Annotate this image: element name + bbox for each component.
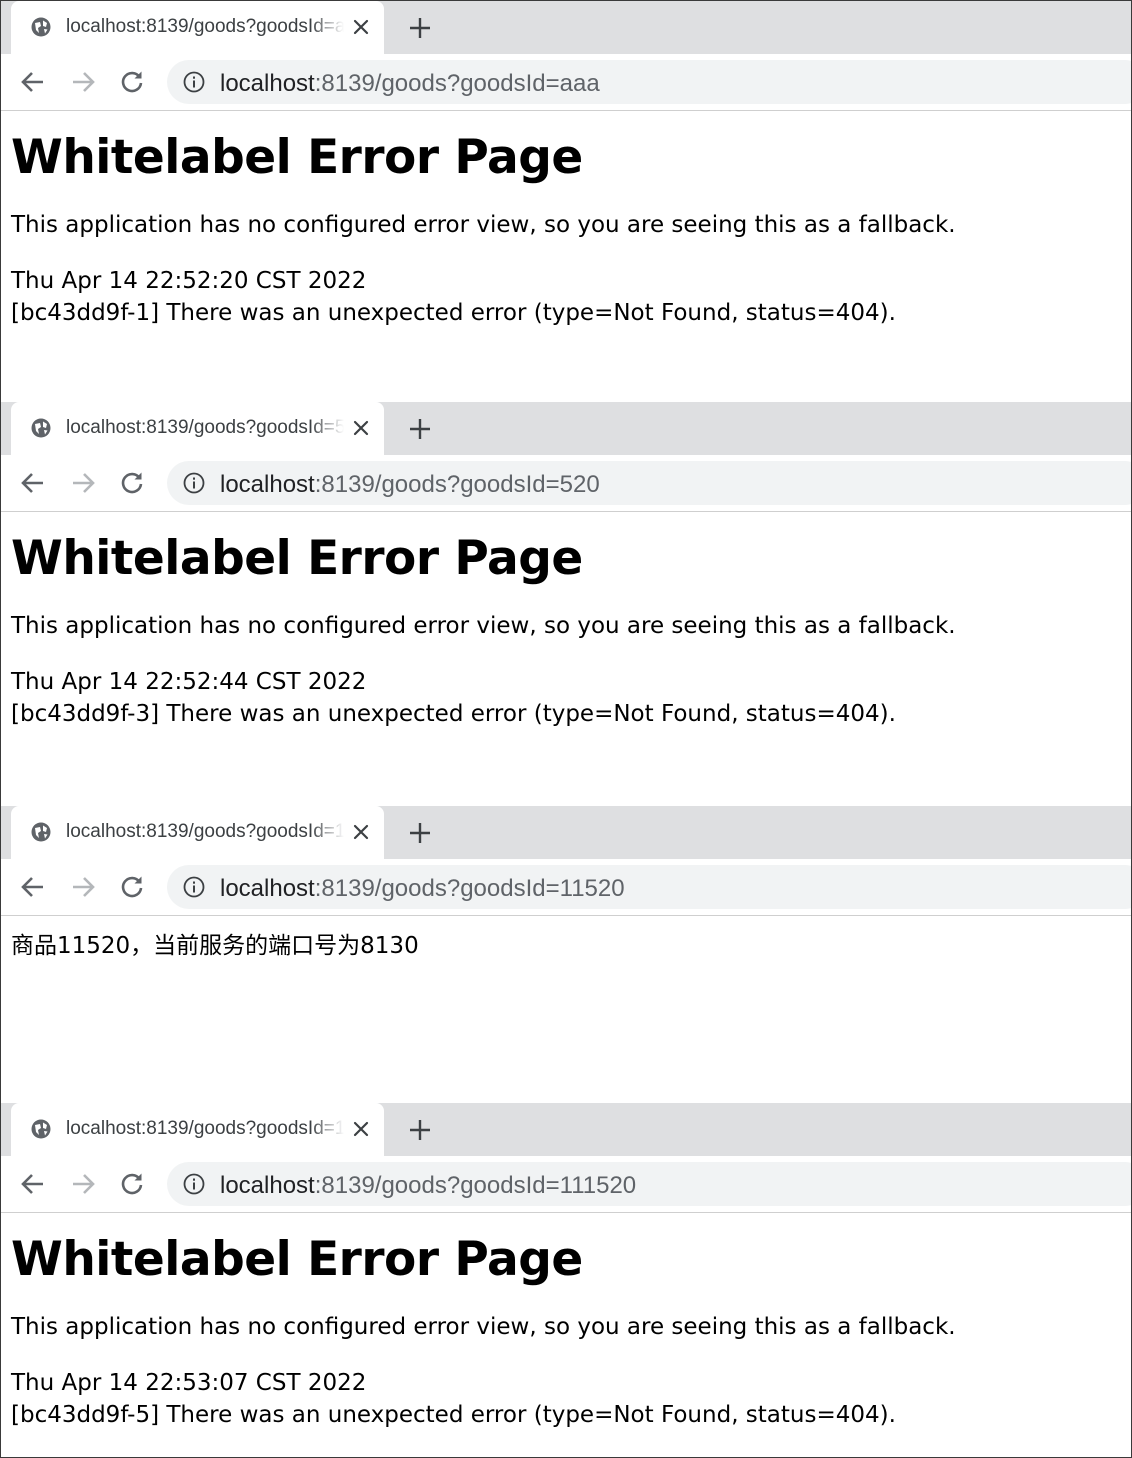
reload-icon[interactable] xyxy=(118,1170,146,1198)
arrow-right-icon[interactable] xyxy=(69,68,97,96)
info-icon[interactable] xyxy=(183,876,205,898)
page-content: Whitelabel Error Page This application h… xyxy=(1,512,1131,730)
address-bar[interactable]: localhost:8139/goods?goodsId=aaa xyxy=(167,60,1131,104)
browser-toolbar: localhost:8139/goods?goodsId=11520 xyxy=(1,859,1131,916)
browser-window-3: localhost:8139/goods?goodsId=11520 xyxy=(1,806,1131,962)
active-tab[interactable]: localhost:8139/goods?goodsId=520 xyxy=(11,402,384,455)
error-description: This application has no configured error… xyxy=(11,212,956,238)
reload-icon[interactable] xyxy=(118,873,146,901)
info-icon[interactable] xyxy=(183,1173,205,1195)
reload-icon[interactable] xyxy=(118,68,146,96)
address-bar[interactable]: localhost:8139/goods?goodsId=520 xyxy=(167,461,1131,505)
reload-icon[interactable] xyxy=(118,469,146,497)
page-title: Whitelabel Error Page xyxy=(11,1232,583,1287)
page-content: Whitelabel Error Page This application h… xyxy=(1,111,1131,329)
url-text[interactable]: localhost:8139/goods?goodsId=111520 xyxy=(220,1172,636,1200)
plus-icon[interactable] xyxy=(407,1117,433,1143)
browser-window-4: localhost:8139/goods?goodsId=111520 xyxy=(1,1103,1131,1431)
plus-icon[interactable] xyxy=(407,416,433,442)
url-host: localhost xyxy=(220,1172,315,1199)
tab-strip: localhost:8139/goods?goodsId=11520 xyxy=(1,806,1131,859)
arrow-left-icon[interactable] xyxy=(19,873,47,901)
error-timestamp: Thu Apr 14 22:53:07 CST 2022 xyxy=(11,1370,367,1396)
arrow-left-icon[interactable] xyxy=(19,1170,47,1198)
error-message: [bc43dd9f-3] There was an unexpected err… xyxy=(11,701,896,727)
info-icon[interactable] xyxy=(183,71,205,93)
url-path: :8139/goods?goodsId=11520 xyxy=(314,875,625,902)
globe-icon xyxy=(31,822,51,842)
close-icon[interactable] xyxy=(350,417,372,439)
tab-title: localhost:8139/goods?goodsId=aaa xyxy=(66,16,344,37)
response-text: 商品11520，当前服务的端口号为8130 xyxy=(11,933,419,959)
tab-title: localhost:8139/goods?goodsId=111520 xyxy=(66,1118,344,1139)
address-bar[interactable]: localhost:8139/goods?goodsId=11520 xyxy=(167,865,1131,909)
error-timestamp: Thu Apr 14 22:52:44 CST 2022 xyxy=(11,669,367,695)
browser-toolbar: localhost:8139/goods?goodsId=111520 xyxy=(1,1156,1131,1213)
plus-icon[interactable] xyxy=(407,820,433,846)
url-host: localhost xyxy=(220,70,315,97)
url-text[interactable]: localhost:8139/goods?goodsId=aaa xyxy=(220,70,600,98)
tab-strip: localhost:8139/goods?goodsId=111520 xyxy=(1,1103,1131,1156)
browser-window-2: localhost:8139/goods?goodsId=520 localho… xyxy=(1,402,1131,730)
tab-title: localhost:8139/goods?goodsId=520 xyxy=(66,417,344,438)
plus-icon[interactable] xyxy=(407,15,433,41)
url-text[interactable]: localhost:8139/goods?goodsId=520 xyxy=(220,471,600,499)
info-icon[interactable] xyxy=(183,472,205,494)
globe-icon xyxy=(31,418,51,438)
error-message: [bc43dd9f-5] There was an unexpected err… xyxy=(11,1402,896,1428)
tab-strip: localhost:8139/goods?goodsId=520 xyxy=(1,402,1131,455)
url-path: :8139/goods?goodsId=111520 xyxy=(314,1172,637,1199)
browser-window-1: localhost:8139/goods?goodsId=aaa localho… xyxy=(1,1,1131,329)
tab-strip: localhost:8139/goods?goodsId=aaa xyxy=(1,1,1131,54)
tab-title: localhost:8139/goods?goodsId=11520 xyxy=(66,821,344,842)
close-icon[interactable] xyxy=(350,16,372,38)
url-host: localhost xyxy=(220,471,315,498)
url-host: localhost xyxy=(220,875,315,902)
url-path: :8139/goods?goodsId=aaa xyxy=(314,70,600,97)
error-timestamp: Thu Apr 14 22:52:20 CST 2022 xyxy=(11,268,367,294)
arrow-right-icon[interactable] xyxy=(69,1170,97,1198)
globe-icon xyxy=(31,1119,51,1139)
browser-toolbar: localhost:8139/goods?goodsId=520 xyxy=(1,455,1131,512)
error-description: This application has no configured error… xyxy=(11,613,956,639)
error-message: [bc43dd9f-1] There was an unexpected err… xyxy=(11,300,896,326)
arrow-right-icon[interactable] xyxy=(69,873,97,901)
page-title: Whitelabel Error Page xyxy=(11,531,583,586)
page-content: Whitelabel Error Page This application h… xyxy=(1,1213,1131,1431)
active-tab[interactable]: localhost:8139/goods?goodsId=aaa xyxy=(11,1,384,54)
arrow-left-icon[interactable] xyxy=(19,469,47,497)
url-path: :8139/goods?goodsId=520 xyxy=(314,471,600,498)
arrow-left-icon[interactable] xyxy=(19,68,47,96)
browser-toolbar: localhost:8139/goods?goodsId=aaa xyxy=(1,54,1131,111)
active-tab[interactable]: localhost:8139/goods?goodsId=11520 xyxy=(11,806,384,859)
screenshot-frame: localhost:8139/goods?goodsId=aaa localho… xyxy=(0,0,1132,1458)
close-icon[interactable] xyxy=(350,821,372,843)
page-content: 商品11520，当前服务的端口号为8130 xyxy=(1,916,1131,962)
error-description: This application has no configured error… xyxy=(11,1314,956,1340)
page-title: Whitelabel Error Page xyxy=(11,130,583,185)
globe-icon xyxy=(31,17,51,37)
address-bar[interactable]: localhost:8139/goods?goodsId=111520 xyxy=(167,1162,1131,1206)
close-icon[interactable] xyxy=(350,1118,372,1140)
arrow-right-icon[interactable] xyxy=(69,469,97,497)
url-text[interactable]: localhost:8139/goods?goodsId=11520 xyxy=(220,875,625,903)
active-tab[interactable]: localhost:8139/goods?goodsId=111520 xyxy=(11,1103,384,1156)
